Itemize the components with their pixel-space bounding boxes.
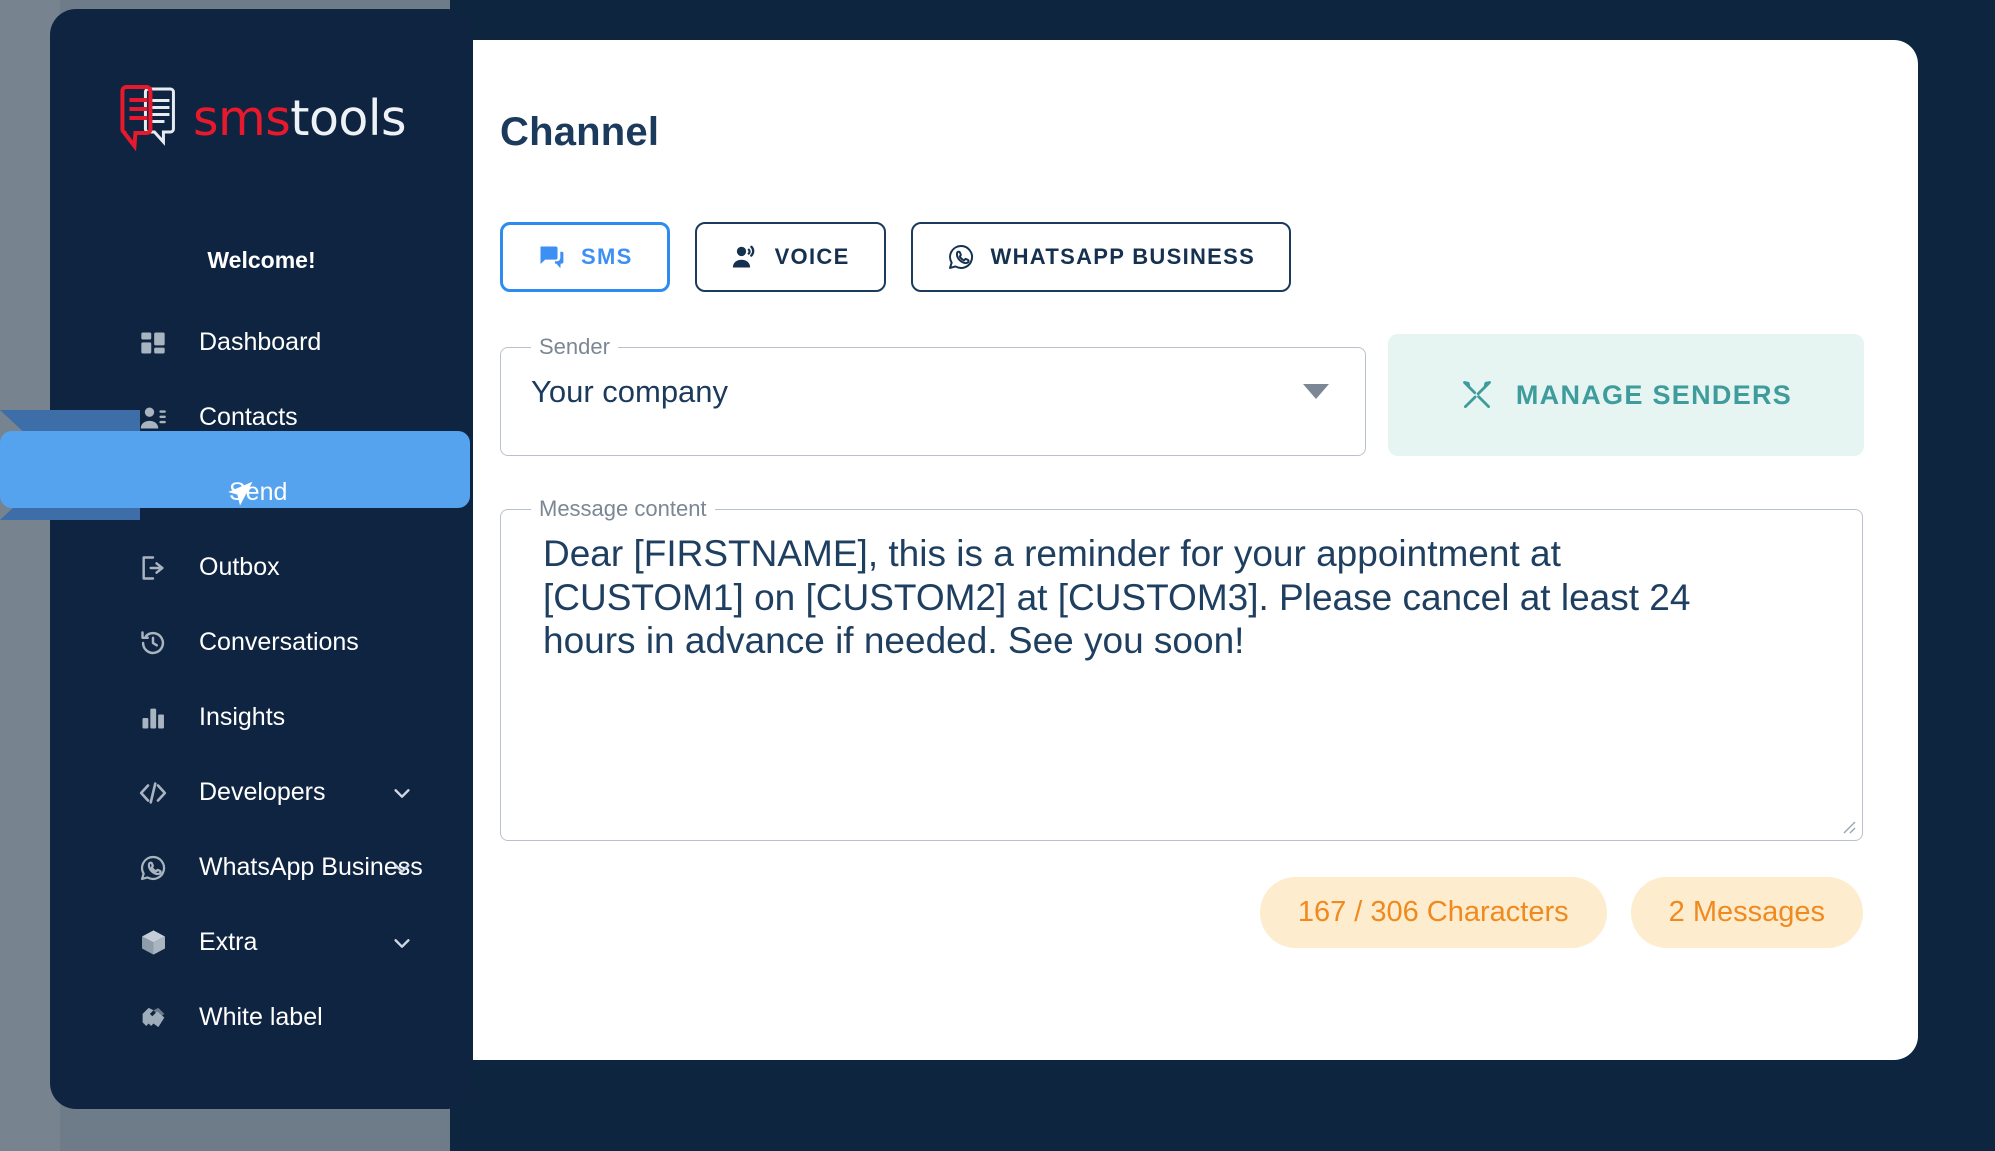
character-count-badge: 167 / 306 Characters	[1259, 877, 1607, 948]
tab-voice[interactable]: VOICE	[694, 222, 886, 292]
screenshot-root: smstools Welcome! Dashboard Contacts Sen…	[0, 0, 1995, 1151]
sidebar-item-conversations[interactable]: Conversations	[50, 605, 473, 680]
whatsapp-icon	[138, 853, 168, 883]
sender-select-inner[interactable]: Your company	[501, 344, 1365, 439]
outbox-exit-arrow-icon	[138, 553, 168, 583]
tab-label: SMS	[581, 244, 633, 269]
voice-person-sound-icon	[731, 243, 759, 271]
message-content-label: Message content	[539, 496, 707, 521]
main-panel: Channel SMS VOICE WHATSAPP BUSINESS Send…	[500, 110, 1900, 948]
dashboard-grid-icon	[138, 328, 168, 358]
box-cube-icon	[138, 928, 168, 958]
sidebar-item-white-label[interactable]: White label	[50, 980, 473, 1055]
tab-sms[interactable]: SMS	[500, 222, 670, 292]
sidebar-item-label: Insights	[199, 703, 286, 731]
sidebar-item-developers[interactable]: Developers	[50, 755, 473, 830]
sidebar-item-label: Outbox	[199, 553, 280, 581]
sms-chat-bubbles-icon	[117, 81, 179, 155]
sidebar-item-insights[interactable]: Insights	[50, 680, 473, 755]
sidebar-item-dashboard[interactable]: Dashboard	[50, 305, 473, 380]
chevron-down-icon[interactable]	[391, 857, 413, 879]
resize-handle-icon[interactable]	[1838, 816, 1856, 834]
message-content-textarea[interactable]: Dear [FIRSTNAME], this is a reminder for…	[501, 514, 1771, 663]
chevron-down-icon[interactable]	[391, 782, 413, 804]
sidebar-item-label: WhatsApp Business	[199, 853, 423, 881]
sidebar-item-label: Extra	[199, 928, 258, 956]
channel-tabs: SMS VOICE WHATSAPP BUSINESS	[500, 222, 1900, 292]
sender-select[interactable]: Sender Your company	[500, 334, 1366, 456]
brand-logo[interactable]: smstools	[117, 81, 407, 155]
manage-senders-button[interactable]: MANAGE SENDERS	[1388, 334, 1864, 456]
page-title: Channel	[500, 110, 660, 154]
bar-chart-icon	[138, 703, 168, 733]
sidebar-item-label: Send	[229, 478, 288, 506]
tools-cross-icon	[1460, 378, 1494, 412]
chevron-down-icon[interactable]	[391, 932, 413, 954]
message-count-badge: 2 Messages	[1630, 877, 1863, 948]
sidebar-item-label: Contacts	[199, 403, 298, 431]
message-content-field[interactable]: Message content Dear [FIRSTNAME], this i…	[500, 496, 1863, 841]
manage-senders-label: MANAGE SENDERS	[1515, 379, 1793, 410]
sender-row: Sender Your company MANAGE SENDERS	[500, 334, 1900, 456]
tab-whatsapp-business[interactable]: WHATSAPP BUSINESS	[910, 222, 1292, 292]
sidebar-item-whatsapp-business[interactable]: WhatsApp Business	[50, 830, 473, 905]
sidebar-item-label: White label	[199, 1003, 323, 1031]
brand-logo-text: smstools	[192, 89, 407, 147]
contacts-person-icon	[138, 403, 168, 433]
brand-logo-sms: sms	[192, 89, 291, 147]
chevron-down-filled-icon[interactable]	[1303, 384, 1329, 399]
sidebar-item-label: Dashboard	[199, 328, 322, 356]
sender-selected-value: Your company	[531, 373, 729, 409]
tab-label: VOICE	[774, 244, 850, 269]
code-brackets-icon	[138, 778, 168, 808]
handshake-icon	[138, 1003, 168, 1033]
sidebar-item-label: Conversations	[199, 628, 359, 656]
chat-bubbles-icon	[537, 243, 565, 271]
welcome-greeting: Welcome!	[207, 247, 316, 273]
sidebar-item-outbox[interactable]: Outbox	[50, 530, 473, 605]
whatsapp-icon	[947, 243, 975, 271]
history-clock-icon	[138, 628, 168, 658]
sidebar: smstools Welcome! Dashboard Contacts Sen…	[0, 9, 473, 1109]
sidebar-item-extra[interactable]: Extra	[50, 905, 473, 980]
sidebar-item-label: Developers	[199, 778, 326, 806]
message-stats: 167 / 306 Characters 2 Messages	[500, 877, 1863, 948]
tab-label: WHATSAPP BUSINESS	[990, 244, 1256, 269]
brand-logo-tools: tools	[290, 89, 407, 147]
